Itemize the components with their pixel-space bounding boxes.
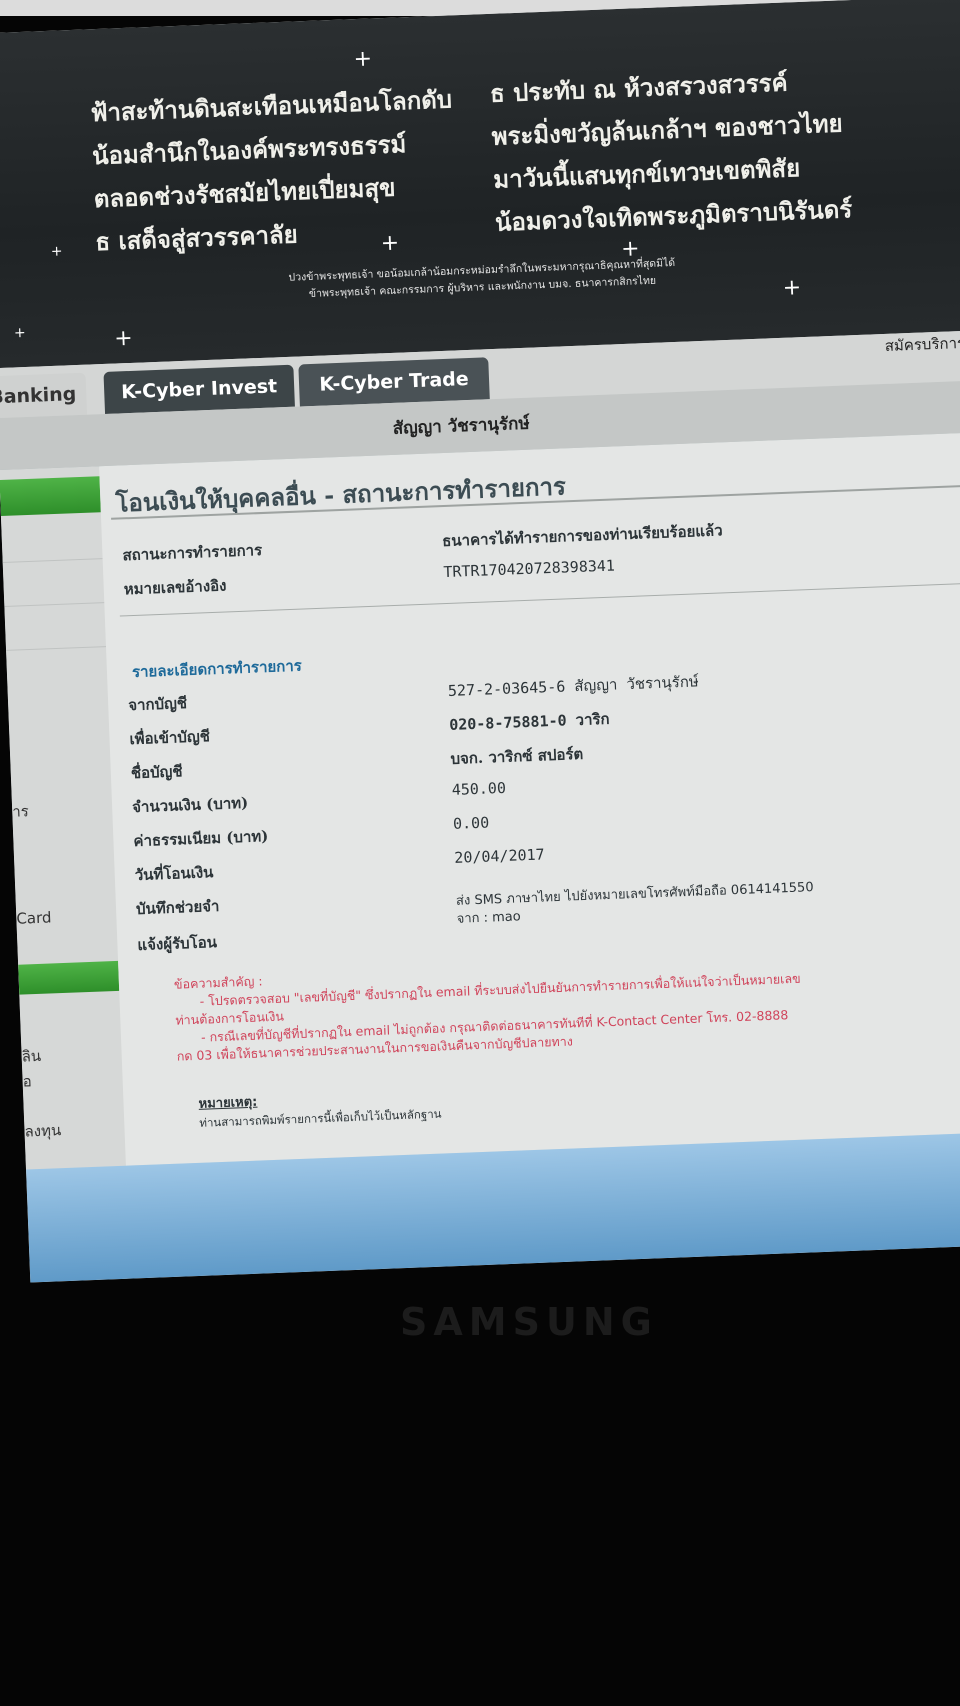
status-label: สถานะการทำรายการ [122, 541, 263, 565]
sparkle-icon: + [380, 230, 400, 257]
amount-value: 450.00 [451, 778, 507, 799]
reference-label: หมายเลขอ้างอิง [123, 576, 227, 599]
sidebar-item[interactable] [4, 602, 107, 651]
sidebar-item[interactable] [0, 514, 103, 563]
memorial-banner: ฟ้าสะท้านดินสะเทือนเหมือนโลกดับ น้อมสำนึ… [0, 0, 960, 369]
sparkle-icon: + [353, 46, 373, 73]
account-name-value: บจก. วาริกซ์ สปอร์ต [450, 744, 584, 768]
poem-left: ฟ้าสะท้านดินสะเทือนเหมือนโลกดับ น้อมสำนึ… [90, 77, 458, 263]
account-name-label: ชื่อบัญชี [130, 762, 183, 783]
signup-link[interactable]: สมัครบริการ [884, 331, 960, 358]
user-name: สัญญา วัชรานุรักษ์ [392, 413, 530, 439]
remark-label: หมายเหตุ: [198, 1094, 258, 1112]
amount-label: จำนวนเงิน (บาท) [131, 793, 249, 817]
notify-label: แจ้งผู้รับโอน [137, 933, 218, 955]
to-account-label: เพื่อเข้าบัญชี [129, 727, 211, 749]
tab-k-cyber-trade[interactable]: K-Cyber Trade [298, 357, 490, 407]
fee-value: 0.00 [452, 813, 490, 833]
sparkle-icon: + [113, 325, 134, 352]
notice-line: - โปรดตรวจสอบ "เลขที่บัญชี" ซึ่งปรากฏใน … [199, 970, 801, 1009]
date-label: วันที่โอนเงิน [134, 863, 214, 885]
sidebar-item[interactable] [2, 558, 105, 607]
tab-k-cyber-invest[interactable]: K-Cyber Invest [103, 364, 295, 414]
sidebar-item-label[interactable]: อ [22, 1069, 32, 1093]
poem-right: ธ ประทับ ณ ห้วงสรวงสวรรค์ พระมิ่งขวัญล้น… [489, 58, 853, 244]
fee-label: ค่าธรรมเนียม (บาท) [133, 827, 269, 851]
sparkle-icon: + [50, 243, 63, 260]
sparkle-icon: + [620, 236, 641, 263]
sparkle-icon: + [782, 275, 802, 301]
from-account-value: 527-2-03645-6 สัญญา วัชรานุรักษ์ [447, 672, 700, 700]
to-account-value: 020-8-75881-0 วาริก [448, 709, 610, 734]
tab-banking[interactable]: Banking [0, 372, 88, 420]
browser-screen: ฟ้าสะท้านดินสะเทือนเหมือนโลกดับ น้อมสำนึ… [0, 0, 960, 1283]
status-value: ธนาคารได้ทำรายการของท่านเรียบร้อยแล้ว [441, 521, 723, 551]
banner-caption: ปวงข้าพระพุทธเจ้า ขอน้อมเกล้าน้อมกระหม่อ… [222, 252, 743, 306]
date-value: 20/04/2017 [454, 845, 545, 867]
memo-label: บันทึกช่วยจำ [135, 896, 220, 919]
reference-value: TRTR170420728398341 [443, 556, 616, 582]
sidebar-item-label[interactable]: ลิน [21, 1044, 41, 1069]
sidebar-item-card[interactable]: Card [16, 908, 52, 927]
sidebar-item-label[interactable]: าร [12, 799, 29, 824]
transfer-status-panel: โอนเงินให้บุคคลอื่น - สถานะการทำรายการ ส… [99, 431, 960, 1166]
sidebar-active-item[interactable] [0, 476, 101, 517]
details-heading: รายละเอียดการทำรายการ [131, 656, 303, 682]
monitor-brand-logo: SAMSUNG [400, 1300, 658, 1344]
sparkle-icon: + [13, 324, 26, 342]
from-account-label: จากบัญชี [127, 694, 188, 715]
sidebar-green-button[interactable] [18, 960, 120, 995]
sidebar-item-label[interactable]: ลงทุน [24, 1118, 62, 1143]
